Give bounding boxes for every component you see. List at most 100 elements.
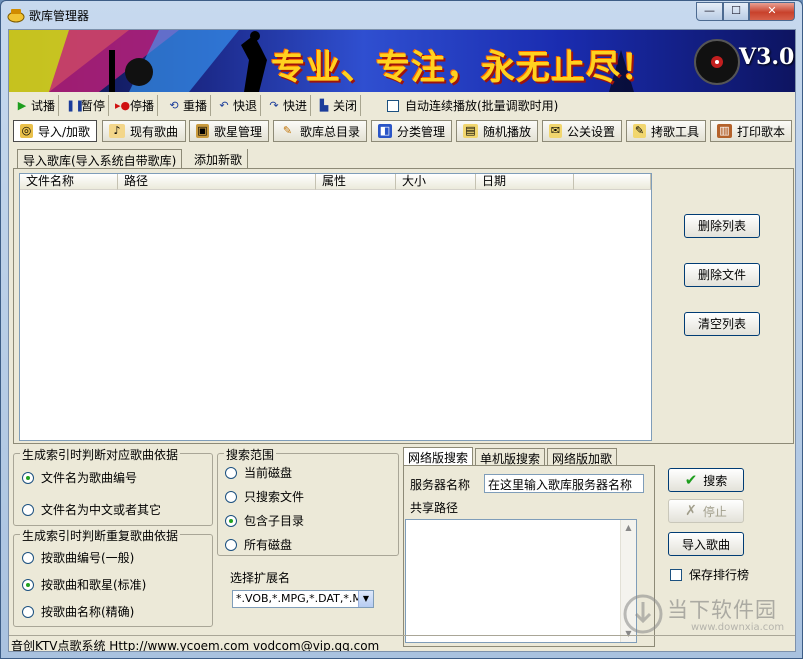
- radio-dot[interactable]: [22, 551, 34, 564]
- tab-singer-management[interactable]: ▣ 歌星管理: [189, 120, 269, 142]
- search-scope-title: 搜索范围: [224, 446, 277, 463]
- search-scope-group: 搜索范围 当前磁盘 只搜索文件 包含子目录 所有磁盘: [217, 446, 399, 556]
- stop-icon: ▸●: [115, 98, 131, 112]
- radio-all-disks[interactable]: 所有磁盘: [225, 536, 292, 553]
- close-player-button[interactable]: ▙ 关闭: [315, 95, 362, 116]
- play-button[interactable]: ▶ 试播: [13, 95, 60, 116]
- tab-random-play[interactable]: ▤ 随机播放: [456, 120, 538, 142]
- file-list-header: 文件名称 路径 属性 大小 日期: [20, 174, 651, 190]
- index-basis-title: 生成索引时判断对应歌曲依据: [20, 446, 181, 463]
- radio-by-song-and-singer[interactable]: 按歌曲和歌星(标准): [22, 576, 146, 593]
- tab-copy-tool[interactable]: ✎ 拷歌工具: [626, 120, 706, 142]
- column-path[interactable]: 路径: [118, 174, 316, 190]
- duplicate-basis-title: 生成索引时判断重复歌曲依据: [20, 527, 181, 544]
- import-panel: 文件名称 路径 属性 大小 日期 删除列表 删除文件 清空列表: [13, 168, 794, 444]
- watermark-url: www.downxia.com: [691, 622, 785, 633]
- tab-standalone-search[interactable]: 单机版搜索: [475, 448, 546, 466]
- radio-dot[interactable]: [22, 605, 34, 618]
- radio-by-song-name[interactable]: 按歌曲名称(精确): [22, 603, 134, 620]
- replay-button[interactable]: ⟲ 重播: [165, 95, 212, 116]
- banner-slogan: 专业、专注，永无止尽！: [271, 48, 656, 88]
- copy-tool-icon: ✎: [633, 124, 646, 138]
- radio-dot[interactable]: [22, 578, 34, 591]
- search-button[interactable]: ✔ 搜索: [668, 468, 744, 492]
- radio-current-disk[interactable]: 当前磁盘: [225, 464, 292, 481]
- status-bar: 音创KTV点歌系统 Http://www.ycoem.com vodcom@vi…: [9, 635, 795, 651]
- close-button[interactable]: ✕: [749, 2, 795, 21]
- extension-label: 选择扩展名: [230, 571, 291, 585]
- app-window: 歌库管理器 — ☐ ✕ 专业、专注，永无止尽！ V3.0 ▶ 试播 ❚❚ 暂停 …: [0, 0, 803, 659]
- tab-print-songbook[interactable]: ▥ 打印歌本: [710, 120, 792, 142]
- import-icon: ◎: [20, 124, 33, 138]
- cross-icon: ✗: [685, 503, 697, 519]
- tab-category-management[interactable]: ◧ 分类管理: [371, 120, 452, 142]
- category-icon: ◧: [378, 124, 392, 138]
- delete-file-button[interactable]: 删除文件: [684, 263, 760, 287]
- radio-by-song-number[interactable]: 按歌曲编号(一般): [22, 549, 134, 566]
- radio-dot[interactable]: [225, 466, 237, 479]
- catalog-icon: ✎: [282, 124, 293, 137]
- forward-button[interactable]: ↷ 快进: [265, 95, 312, 116]
- pause-button[interactable]: ❚❚ 暂停: [63, 95, 110, 116]
- maximize-button[interactable]: ☐: [723, 2, 749, 21]
- close-door-icon: ▙: [319, 98, 329, 112]
- index-basis-group: 生成索引时判断对应歌曲依据 文件名为歌曲编号 文件名为中文或者其它: [13, 446, 213, 526]
- column-date[interactable]: 日期: [476, 174, 574, 190]
- tab-network-add-songs[interactable]: 网络版加歌: [547, 448, 618, 466]
- duplicate-basis-group: 生成索引时判断重复歌曲依据 按歌曲编号(一般) 按歌曲和歌星(标准) 按歌曲名称…: [13, 527, 213, 627]
- minimize-button[interactable]: —: [696, 2, 723, 21]
- version-label: V3.0: [739, 44, 795, 70]
- tab-import-library[interactable]: 导入歌库(导入系统自带歌库): [17, 149, 183, 169]
- scroll-up-icon[interactable]: ▲: [621, 520, 636, 536]
- radio-filename-chinese[interactable]: 文件名为中文或者其它: [22, 501, 161, 518]
- column-file-name[interactable]: 文件名称: [20, 174, 118, 190]
- tab-import[interactable]: ◎ 导入/加歌: [13, 120, 97, 142]
- client-area: 专业、专注，永无止尽！ V3.0 ▶ 试播 ❚❚ 暂停 ▸● 停播 ⟲ 重播 ↶: [8, 29, 796, 652]
- stop-button[interactable]: ▸● 停播: [112, 95, 159, 116]
- print-icon: ▥: [717, 124, 732, 138]
- radio-dot[interactable]: [225, 514, 237, 527]
- watermark-text: 当下软件园: [667, 598, 777, 622]
- extension-select[interactable]: *.VOB,*.MPG,*.DAT,*.M ▼: [232, 590, 374, 608]
- share-path-memo[interactable]: ▲ ▼: [405, 519, 637, 643]
- radio-dot[interactable]: [22, 503, 34, 516]
- rewind-button[interactable]: ↶ 快退: [215, 95, 262, 116]
- title-bar[interactable]: 歌库管理器 — ☐ ✕: [1, 1, 802, 29]
- radio-dot[interactable]: [225, 538, 237, 551]
- save-ranking-checkbox[interactable]: [670, 568, 682, 581]
- delete-list-button[interactable]: 删除列表: [684, 214, 760, 238]
- radio-files-only[interactable]: 只搜索文件: [225, 488, 304, 505]
- tab-add-new-song[interactable]: 添加新歌: [189, 149, 249, 169]
- radio-dot[interactable]: [22, 471, 34, 484]
- rewind-icon: ↶: [219, 98, 229, 112]
- column-attribute[interactable]: 属性: [316, 174, 396, 190]
- radio-filename-number[interactable]: 文件名为歌曲编号: [22, 469, 137, 486]
- window-title: 歌库管理器: [29, 9, 90, 23]
- dropdown-arrow-icon[interactable]: ▼: [358, 591, 373, 607]
- song-icon: ♪: [109, 124, 125, 138]
- watermark-logo-icon: [623, 594, 663, 634]
- tab-catalog[interactable]: ✎ 歌库总目录: [273, 120, 367, 142]
- random-play-icon: ▤: [463, 124, 478, 138]
- network-search-panel: 服务器名称 在这里输入歌库服务器名称 共享路径 ▲ ▼: [403, 465, 655, 647]
- auto-play-option[interactable]: 自动连续播放(批量调歌时用): [387, 97, 558, 114]
- pause-icon: ❚❚: [66, 98, 85, 112]
- import-songs-button[interactable]: 导入歌曲: [668, 532, 744, 556]
- stop-search-button[interactable]: ✗ 停止: [668, 499, 744, 523]
- settings-icon: ✉: [549, 124, 562, 138]
- clear-list-button[interactable]: 清空列表: [684, 312, 760, 336]
- radio-dot[interactable]: [225, 490, 237, 503]
- app-icon: [7, 9, 25, 23]
- server-name-input[interactable]: 在这里输入歌库服务器名称: [484, 474, 644, 493]
- file-list[interactable]: 文件名称 路径 属性 大小 日期: [19, 173, 652, 441]
- auto-play-checkbox[interactable]: [387, 99, 399, 112]
- column-size[interactable]: 大小: [396, 174, 476, 190]
- forward-icon: ↷: [269, 98, 279, 112]
- tab-network-search[interactable]: 网络版搜索: [403, 447, 474, 466]
- save-ranking-option[interactable]: 保存排行榜: [670, 566, 749, 583]
- replay-icon: ⟲: [169, 98, 179, 112]
- tab-existing-songs[interactable]: ♪ 现有歌曲: [102, 120, 186, 142]
- tab-pr-settings[interactable]: ✉ 公关设置: [542, 120, 622, 142]
- radio-include-subdirs[interactable]: 包含子目录: [225, 512, 304, 529]
- banner: 专业、专注，永无止尽！ V3.0: [9, 30, 795, 92]
